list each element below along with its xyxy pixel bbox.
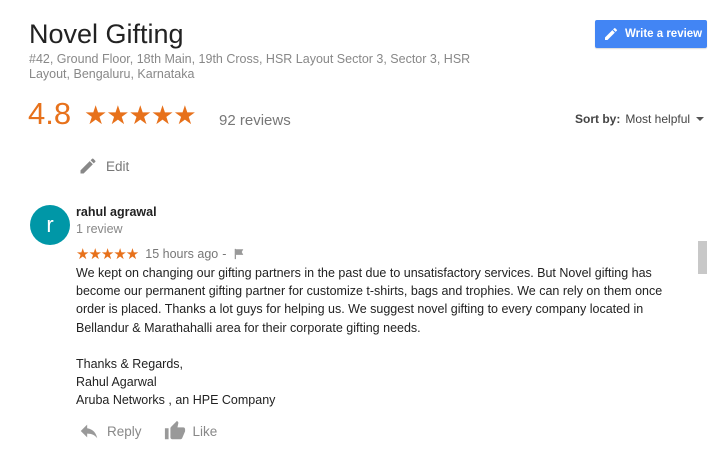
review-signature: Thanks & Regards, Rahul Agarwal Aruba Ne… (76, 356, 276, 408)
review-time: 15 hours ago (145, 247, 219, 261)
rating-stars: ★★★★★ (84, 100, 197, 130)
sort-label: Sort by: (575, 112, 621, 126)
rating-value: 4.8 (28, 96, 72, 131)
sort-value: Most helpful (625, 112, 691, 126)
pencil-icon (605, 27, 618, 40)
review-stars: ★★★★★ (76, 246, 139, 263)
write-review-label: Write a review (625, 28, 703, 40)
edit-button[interactable]: Edit (78, 156, 129, 176)
chevron-down-icon (696, 117, 705, 121)
avatar[interactable]: r (30, 205, 70, 245)
author-review-count: 1 review (76, 222, 123, 236)
scrollbar-thumb[interactable] (698, 241, 707, 274)
sort-dropdown[interactable]: Sort by: Most helpful (575, 112, 705, 126)
reviews-count: 92 reviews (219, 112, 291, 129)
review-paragraph: We kept on changing our gifting partners… (76, 266, 663, 335)
like-label: Like (192, 423, 218, 439)
review-text: We kept on changing our gifting partners… (76, 264, 686, 427)
pencil-icon (80, 158, 96, 174)
place-address: #42, Ground Floor, 18th Main, 19th Cross… (29, 52, 471, 81)
flag-icon[interactable] (233, 248, 245, 260)
meta-separator: - (222, 247, 227, 261)
reply-button[interactable]: Reply (78, 420, 142, 442)
write-review-button[interactable]: Write a review (595, 20, 707, 48)
reply-icon (80, 424, 98, 439)
place-title: Novel Gifting (29, 19, 184, 49)
reply-label: Reply (107, 423, 142, 439)
review-meta: ★★★★★ 15 hours ago - (76, 245, 245, 263)
review-actions: Reply Like (78, 420, 239, 442)
review-author[interactable]: rahul agrawal (76, 205, 157, 219)
like-button[interactable]: Like (164, 420, 218, 442)
edit-label: Edit (106, 158, 130, 174)
thumbs-up-icon (164, 420, 185, 440)
